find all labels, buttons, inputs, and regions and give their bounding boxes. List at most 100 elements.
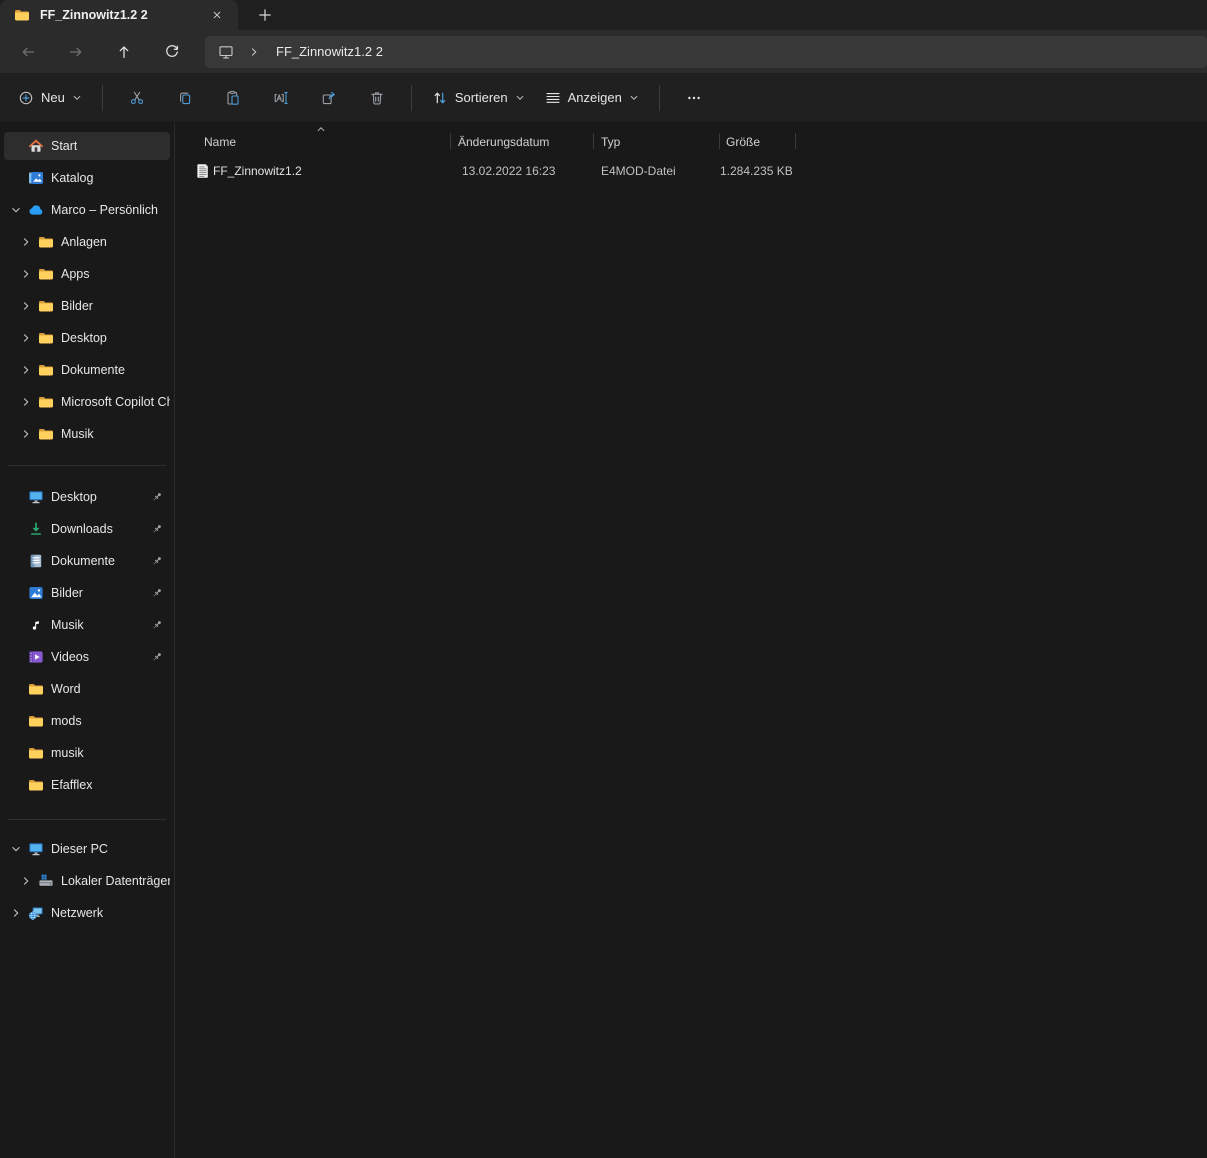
- navigation-bar: FF_Zinnowitz1.2 2: [0, 30, 1207, 73]
- tab-bar: FF_Zinnowitz1.2 2: [0, 0, 1207, 30]
- chevron-down-icon: [10, 204, 22, 216]
- sidebar-item-efafflex[interactable]: Efafflex: [4, 771, 170, 799]
- pin-icon: [151, 491, 163, 503]
- sidebar-item-start[interactable]: Start: [4, 132, 170, 160]
- cut-button[interactable]: [117, 80, 157, 116]
- expand-chevron[interactable]: [14, 396, 38, 408]
- new-tab-button[interactable]: [250, 0, 280, 30]
- back-button[interactable]: [12, 36, 44, 68]
- sidebar-item-katalog[interactable]: Katalog: [4, 164, 170, 192]
- sidebar-item-network[interactable]: Netzwerk: [4, 899, 170, 927]
- share-button[interactable]: [309, 80, 349, 116]
- column-header-size[interactable]: Größe: [726, 135, 760, 149]
- expand-chevron[interactable]: [14, 268, 38, 280]
- toolbar-separator: [411, 85, 412, 111]
- ellipsis-icon: [686, 90, 702, 106]
- forward-button[interactable]: [60, 36, 92, 68]
- share-icon: [321, 90, 337, 106]
- column-header-name[interactable]: Name: [204, 135, 236, 149]
- sidebar-item-bilder[interactable]: Bilder: [4, 292, 170, 320]
- rename-button[interactable]: [261, 80, 301, 116]
- close-tab-button[interactable]: [206, 4, 228, 26]
- sidebar-item-microsoft-copilot[interactable]: Microsoft Copilot Cha: [4, 388, 170, 416]
- expand-chevron[interactable]: [14, 875, 38, 887]
- sidebar-item-label: mods: [51, 714, 82, 728]
- scissors-icon: [129, 90, 145, 106]
- downloads-icon: [28, 521, 44, 537]
- chevron-right-icon: [20, 268, 32, 280]
- breadcrumb[interactable]: FF_Zinnowitz1.2 2: [276, 44, 383, 59]
- sidebar-item-musik-pinned[interactable]: Musik: [4, 611, 170, 639]
- folder-icon: [38, 362, 54, 378]
- pin-icon: [151, 587, 163, 599]
- sidebar-item-label: Anlagen: [61, 235, 107, 249]
- sidebar-divider: [8, 465, 166, 466]
- copy-icon: [177, 90, 193, 106]
- sidebar-item-apps[interactable]: Apps: [4, 260, 170, 288]
- sidebar-item-label: Videos: [51, 650, 89, 664]
- sidebar-item-label: Marco – Persönlich: [51, 203, 158, 217]
- sidebar-item-downloads[interactable]: Downloads: [4, 515, 170, 543]
- expand-chevron[interactable]: [4, 843, 28, 855]
- column-header-type[interactable]: Typ: [601, 135, 620, 149]
- tab-active[interactable]: FF_Zinnowitz1.2 2: [0, 0, 238, 30]
- column-divider[interactable]: [450, 133, 451, 149]
- sidebar-item-local-disk[interactable]: Lokaler Datenträger (C: [4, 867, 170, 895]
- chevron-right-icon: [10, 907, 22, 919]
- sidebar-divider: [8, 819, 166, 820]
- file-name[interactable]: FF_Zinnowitz1.2: [213, 158, 302, 184]
- folder-icon: [14, 7, 30, 23]
- file-row[interactable]: FF_Zinnowitz1.2 13.02.2022 16:23 E4MOD-D…: [175, 158, 1207, 184]
- sidebar-item-onedrive[interactable]: Marco – Persönlich: [4, 196, 170, 224]
- column-header-modified[interactable]: Änderungsdatum: [458, 135, 549, 149]
- refresh-button[interactable]: [156, 36, 188, 68]
- sidebar-item-mods[interactable]: mods: [4, 707, 170, 735]
- sidebar-item-word[interactable]: Word: [4, 675, 170, 703]
- paste-button[interactable]: [213, 80, 253, 116]
- expand-chevron[interactable]: [14, 236, 38, 248]
- sidebar-item-this-pc[interactable]: Dieser PC: [4, 835, 170, 863]
- onedrive-cloud-icon: [28, 202, 44, 218]
- sidebar-item-label: Apps: [61, 267, 90, 281]
- new-button[interactable]: Neu: [8, 80, 92, 116]
- address-bar[interactable]: FF_Zinnowitz1.2 2: [205, 36, 1207, 68]
- column-divider[interactable]: [719, 133, 720, 149]
- pin-icon: [151, 651, 163, 663]
- folder-icon: [38, 298, 54, 314]
- network-icon: [28, 905, 44, 921]
- view-button[interactable]: Anzeigen: [535, 80, 649, 116]
- this-pc-icon: [28, 841, 44, 857]
- sidebar-item-musik-tree[interactable]: Musik: [4, 420, 170, 448]
- column-divider[interactable]: [795, 133, 796, 149]
- sidebar-item-label: Word: [51, 682, 81, 696]
- sidebar-item-desktop-pinned[interactable]: Desktop: [4, 483, 170, 511]
- expand-chevron[interactable]: [14, 428, 38, 440]
- toolbar-separator: [102, 85, 103, 111]
- sort-button[interactable]: Sortieren: [422, 80, 535, 116]
- more-options-button[interactable]: [674, 80, 714, 116]
- sidebar-item-musik-folder[interactable]: musik: [4, 739, 170, 767]
- copy-button[interactable]: [165, 80, 205, 116]
- up-button[interactable]: [108, 36, 140, 68]
- sidebar-item-anlagen[interactable]: Anlagen: [4, 228, 170, 256]
- sidebar-item-dokumente-tree[interactable]: Dokumente: [4, 356, 170, 384]
- column-divider[interactable]: [593, 133, 594, 149]
- sidebar-item-desktop-tree[interactable]: Desktop: [4, 324, 170, 352]
- expand-chevron[interactable]: [14, 300, 38, 312]
- sidebar-item-videos[interactable]: Videos: [4, 643, 170, 671]
- new-button-label: Neu: [41, 90, 65, 105]
- sidebar-item-bilder-pinned[interactable]: Bilder: [4, 579, 170, 607]
- expand-chevron[interactable]: [14, 364, 38, 376]
- expand-chevron[interactable]: [4, 907, 28, 919]
- list-lines-icon: [545, 90, 561, 106]
- explorer-body: Start Katalog Marco – Persönlich Anla: [0, 123, 1207, 1158]
- sidebar-item-dokumente-pinned[interactable]: Dokumente: [4, 547, 170, 575]
- breadcrumb-chevron-icon[interactable]: [248, 46, 260, 58]
- chevron-right-icon: [20, 396, 32, 408]
- expand-chevron[interactable]: [14, 332, 38, 344]
- chevron-down-icon: [72, 93, 82, 103]
- delete-button[interactable]: [357, 80, 397, 116]
- refresh-icon: [164, 44, 180, 60]
- sidebar-item-label: Microsoft Copilot Cha: [61, 395, 170, 409]
- expand-chevron[interactable]: [4, 204, 28, 216]
